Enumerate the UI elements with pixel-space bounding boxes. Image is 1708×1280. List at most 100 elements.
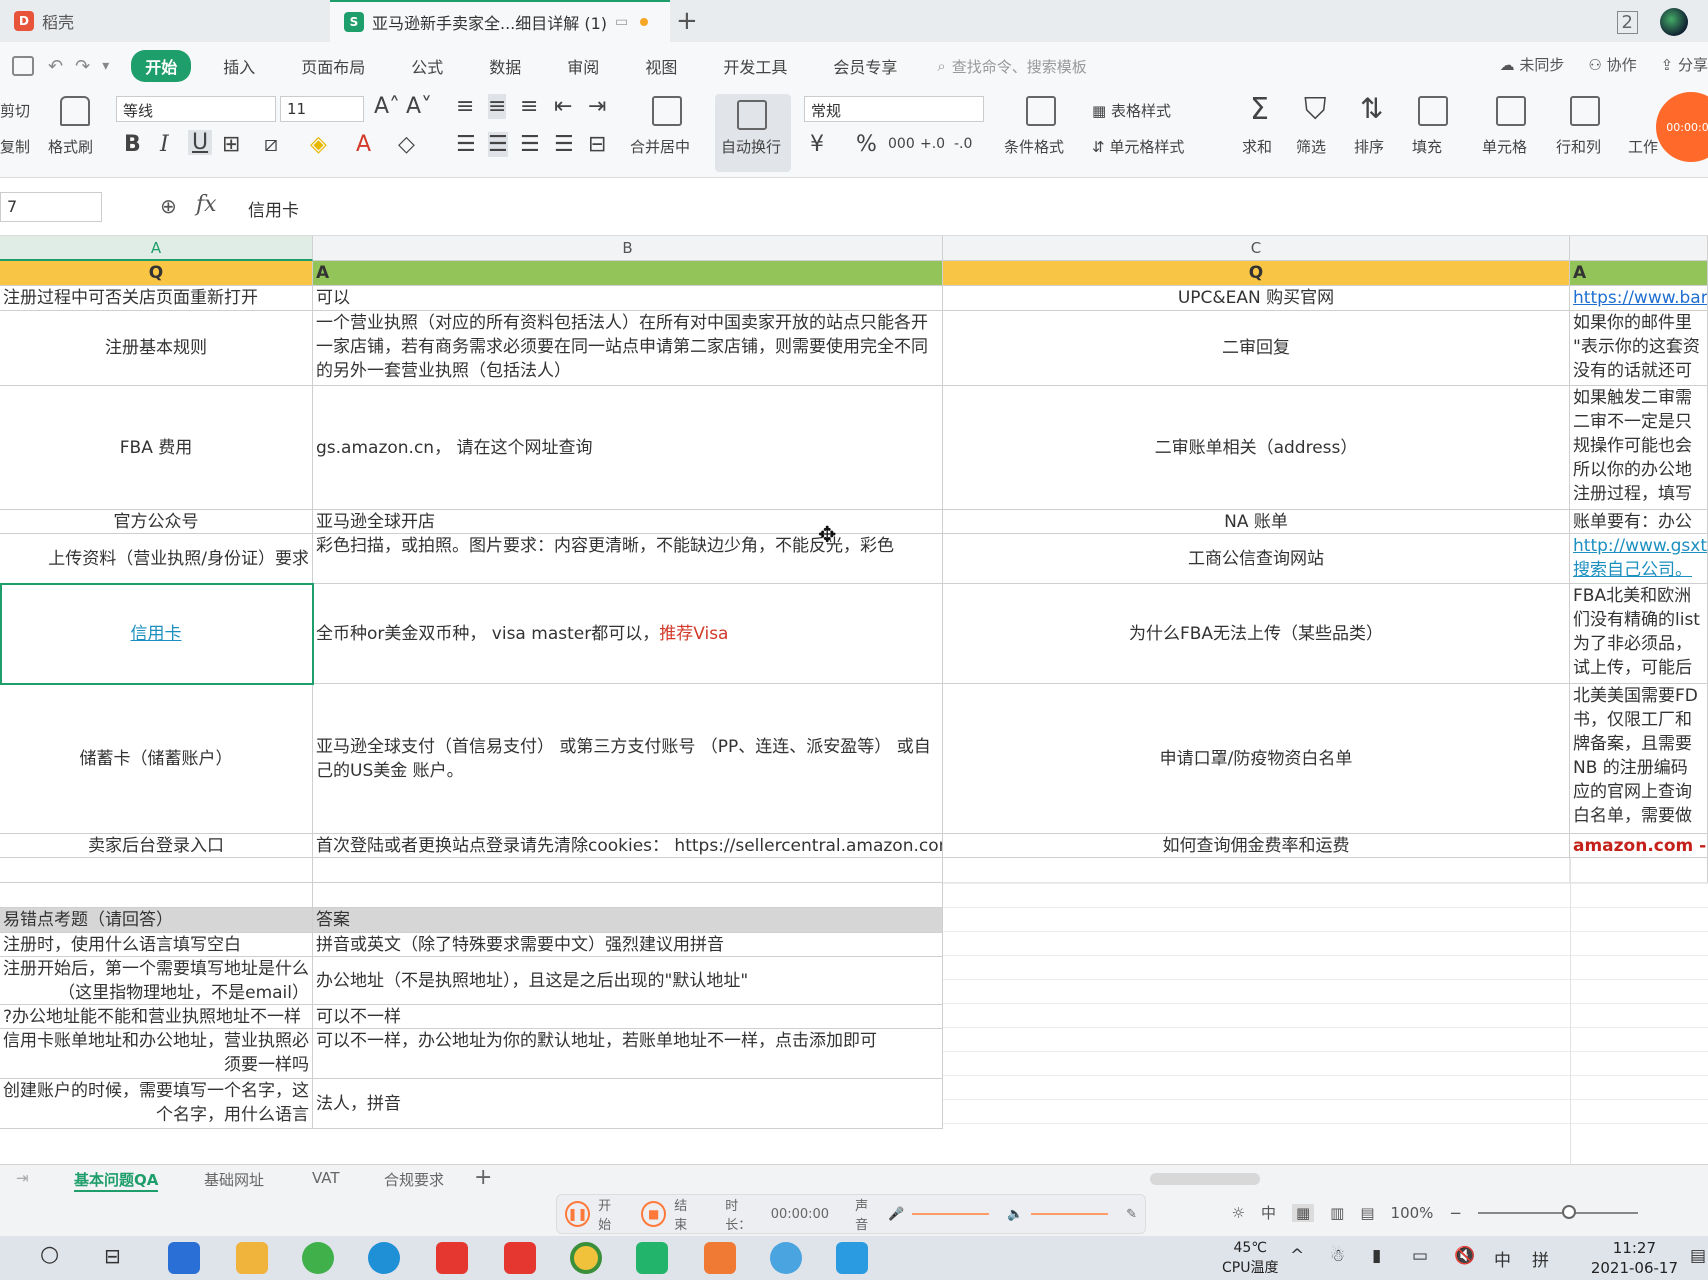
decrease-decimal-icon[interactable]: -.0 [954, 136, 972, 152]
undo-icon[interactable]: ↶ [48, 56, 63, 77]
align-center-icon[interactable]: ☰ [488, 132, 508, 157]
fill-icon[interactable] [1418, 96, 1448, 126]
amazon-fee-link[interactable]: amazon.com - s [1573, 836, 1707, 856]
sheet-nav-last-icon[interactable]: ⇥ [16, 1169, 29, 1187]
input-lang-icon[interactable]: 中 [1261, 1202, 1276, 1223]
header-q-2[interactable]: Q [943, 261, 1570, 286]
table-cell[interactable]: 如果你的邮件里 "表示你的这套资 没有的话就还可 [1570, 311, 1708, 386]
align-left-icon[interactable]: ☰ [456, 132, 476, 157]
zoom-level[interactable]: 100% [1391, 1204, 1434, 1222]
zoom-out-icon[interactable]: − [1449, 1204, 1462, 1222]
ime-pinyin[interactable]: 拼 [1532, 1246, 1549, 1271]
col-header-b[interactable]: B [313, 236, 943, 261]
table-cell[interactable]: 工商公信查询网站 [943, 534, 1570, 584]
table-cell[interactable]: NA 账单 [943, 510, 1570, 534]
clear-format-icon[interactable]: ◇ [398, 132, 415, 157]
table-cell[interactable]: https://www.barcode [1570, 286, 1708, 311]
filter-icon[interactable]: ⛉ [1304, 92, 1327, 127]
system-clock[interactable]: 11:27 2021-06-17 [1591, 1238, 1678, 1278]
percent-icon[interactable]: % [856, 132, 877, 157]
table-cell[interactable]: UPC&EAN 购买官网 [943, 286, 1570, 311]
cell-button[interactable]: 单元格 [1482, 136, 1527, 157]
row-col-icon[interactable] [1570, 96, 1600, 126]
col-header-d[interactable] [1570, 236, 1708, 261]
collab-button[interactable]: ⚇ 协作 [1588, 54, 1636, 75]
table-cell[interactable]: 上传资料（营业执照/身份证）要求 [0, 534, 313, 584]
browser-green-icon[interactable] [302, 1242, 334, 1274]
table-cell[interactable]: 信用卡 [0, 584, 313, 684]
font-color-icon[interactable]: A [356, 132, 371, 157]
cell-icon[interactable] [1496, 96, 1526, 126]
chrome-icon[interactable] [570, 1242, 602, 1274]
shield-app-icon[interactable] [636, 1242, 668, 1274]
avatar[interactable] [1660, 8, 1688, 36]
tab-home[interactable]: D 稻壳 [0, 0, 330, 42]
record-stop-label[interactable]: 结束 [674, 1195, 699, 1233]
header-q-1[interactable]: Q [0, 261, 313, 286]
record-stop-icon[interactable]: ■ [641, 1201, 667, 1227]
quiz-question[interactable]: 创建账户的时候，需要填写一个名字，这个名字，用什么语言 [0, 1079, 313, 1129]
justify-icon[interactable]: ☰ [554, 132, 574, 157]
credit-card-label[interactable]: 信用卡 [131, 622, 182, 646]
fill-color-icon[interactable]: ◈ [310, 132, 327, 157]
menu-home[interactable]: 开始 [131, 50, 192, 82]
task-view-icon[interactable]: ⊟ [104, 1244, 121, 1268]
qq-tray-icon[interactable]: ☃ [1330, 1246, 1345, 1266]
table-cell[interactable]: 彩色扫描，或拍照。图片要求：内容更清晰，不能缺边少角，不能反光，彩色 [313, 534, 943, 584]
quiz-answer[interactable]: 可以不一样 [313, 1005, 943, 1029]
indent-decrease-icon[interactable]: ⇤ [554, 94, 572, 119]
table-cell[interactable]: http://www.gsxt. 搜索自己公司。 [1570, 534, 1708, 584]
table-cell[interactable]: 官方公众号 [0, 510, 313, 534]
table-cell[interactable]: 账单要有：办公 [1570, 510, 1708, 534]
sheet-tab-compliance[interactable]: 合规要求 [384, 1169, 444, 1190]
page-layout-view-icon[interactable]: ▥ [1330, 1204, 1344, 1222]
wps-office-icon[interactable] [436, 1242, 468, 1274]
italic-icon[interactable]: I [160, 132, 169, 157]
pen-icon[interactable]: ✎ [1126, 1207, 1137, 1222]
menu-data[interactable]: 数据 [475, 50, 535, 82]
table-cell[interactable]: 一个营业执照（对应的所有资料包括法人）在所有对中国卖家开放的站点只能各开一家店铺… [313, 311, 943, 386]
record-start-icon[interactable]: ❚❚ [565, 1201, 591, 1227]
redo-icon[interactable]: ↷ [75, 56, 90, 77]
eye-protection-icon[interactable]: ☼ [1232, 1204, 1245, 1222]
menu-insert[interactable]: 插入 [209, 50, 269, 82]
file-explorer-icon[interactable] [236, 1242, 268, 1274]
menu-review[interactable]: 审阅 [553, 50, 613, 82]
table-cell[interactable]: amazon.com - s [1570, 834, 1708, 858]
auto-wrap-button[interactable]: 自动换行 [715, 94, 791, 172]
merge-center-icon[interactable] [652, 96, 682, 126]
worksheet-button[interactable]: 工作表 [1628, 136, 1658, 157]
table-cell[interactable]: 如果触发二审需 二审不一定是只 规操作可能也会 所以你的办公地 注册过程，填写 [1570, 386, 1708, 510]
add-sheet-button[interactable]: + [474, 1165, 492, 1190]
align-middle-icon[interactable]: ≡ [488, 94, 507, 119]
sheet-tab-vat[interactable]: VAT [312, 1169, 340, 1187]
sort-button[interactable]: 排序 [1354, 136, 1384, 157]
table-cell[interactable]: FBA 费用 [0, 386, 313, 510]
quiz-header-question[interactable]: 易错点考题（请回答） [0, 908, 313, 933]
zoom-slider-thumb[interactable] [1562, 1204, 1576, 1219]
speaker-icon[interactable]: 🔈 [1007, 1207, 1023, 1222]
empty-cell[interactable] [943, 858, 1570, 883]
page-break-view-icon[interactable]: ▤ [1360, 1204, 1374, 1222]
currency-icon[interactable]: ¥ [810, 132, 824, 157]
network-tray-icon[interactable]: ▭ [1412, 1246, 1428, 1266]
table-cell[interactable]: 二审回复 [943, 311, 1570, 386]
microphone-icon[interactable]: 🎤 [888, 1207, 904, 1222]
photos-app-icon[interactable] [704, 1242, 736, 1274]
table-cell[interactable]: FBA北美和欧洲 们没有精确的list 为了非必须品， 试上传，可能后 [1570, 584, 1708, 684]
sum-icon[interactable]: Σ [1250, 92, 1269, 127]
row-col-button[interactable]: 行和列 [1556, 136, 1601, 157]
quiz-question[interactable]: 办公地址能不能和营业执照地址不一样? [0, 1005, 313, 1029]
quiz-answer[interactable]: 可以不一样，办公地址为你的默认地址，若账单地址不一样，点击添加即可 [313, 1029, 943, 1079]
align-bottom-icon[interactable]: ≡ [520, 94, 538, 119]
table-cell[interactable]: 亚马逊全球开店 [313, 510, 943, 534]
table-cell[interactable]: 申请口罩/防疫物资白名单 [943, 684, 1570, 834]
col-header-c[interactable]: C [943, 236, 1570, 261]
align-right-icon[interactable]: ☰ [520, 132, 540, 157]
quiz-answer[interactable]: 拼音或英文（除了特殊要求需要中文）强烈建议用拼音 [313, 933, 943, 957]
cut-button[interactable]: 剪切 [0, 100, 30, 121]
window-count-icon[interactable]: 2 [1616, 10, 1638, 34]
mic-volume-slider[interactable] [912, 1213, 990, 1215]
table-cell[interactable]: 亚马逊全球支付（首信易支付） 或第三方支付账号 （PP、连连、派安盈等） 或自己… [313, 684, 943, 834]
menu-page-layout[interactable]: 页面布局 [287, 50, 379, 82]
